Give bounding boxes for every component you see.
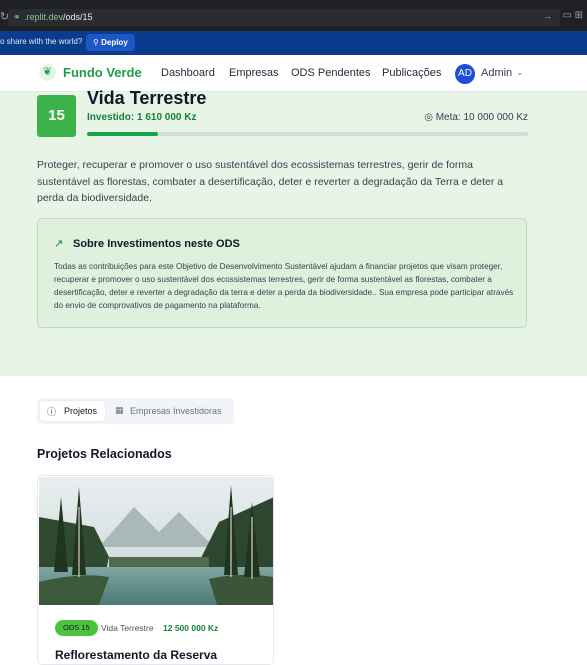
ods-number-badge: 15 bbox=[37, 95, 76, 137]
info-title: Sobre Investimentos neste ODS bbox=[73, 238, 240, 250]
nav-link-dashboard[interactable]: Dashboard bbox=[161, 67, 215, 79]
browser-toolbar: ↻ ⚭ .replit.dev/ods/15 → ▭ ⊞ bbox=[0, 0, 587, 31]
project-card[interactable]: ODS 15 Vida Terrestre 12 500 000 Kz Refl… bbox=[37, 475, 274, 665]
ods-chip: ODS 15 bbox=[55, 620, 98, 636]
investment-info-box: ↗ Sobre Investimentos neste ODS Todas as… bbox=[37, 218, 527, 328]
deploy-button[interactable]: ⚲ Deploy bbox=[86, 34, 135, 51]
nav-link-empresas[interactable]: Empresas bbox=[229, 67, 279, 79]
avatar[interactable]: AD bbox=[455, 64, 475, 84]
building-icon: ▦ bbox=[115, 405, 124, 415]
target-icon: ◎ bbox=[424, 112, 433, 123]
section-title: Projetos Relacionados bbox=[37, 447, 172, 461]
ods-name: Vida Terrestre bbox=[101, 623, 154, 633]
user-menu-label[interactable]: Admin bbox=[481, 67, 512, 79]
page-title: Vida Terrestre bbox=[87, 88, 207, 108]
main-navbar: ❦ Fundo Verde Dashboard Empresas ODS Pen… bbox=[0, 55, 587, 92]
forest-lake-image bbox=[39, 477, 273, 605]
tab-list: ⓘ Projetos ▦ Empresas Investidoras bbox=[37, 398, 234, 424]
brand-name[interactable]: Fundo Verde bbox=[63, 65, 142, 80]
info-text: Todas as contribuições para este Objetiv… bbox=[54, 262, 514, 310]
tab-projetos[interactable]: ⓘ Projetos bbox=[40, 401, 105, 421]
window-icons[interactable]: ▭ ⊞ bbox=[562, 10, 583, 21]
share-prompt: o share with the world? bbox=[0, 37, 83, 46]
address-bar[interactable]: ⚭ .replit.dev/ods/15 → bbox=[8, 9, 560, 26]
url-text: .replit.dev/ods/15 bbox=[24, 12, 93, 22]
replit-bar: o share with the world? ⚲ Deploy bbox=[0, 31, 587, 55]
goal-amount: ◎ Meta: 10 000 000 Kz bbox=[424, 112, 528, 123]
ods-description: Proteger, recuperar e promover o uso sus… bbox=[37, 159, 504, 204]
share-arrow-icon[interactable]: → bbox=[543, 11, 552, 21]
nav-link-publicacoes[interactable]: Publicações bbox=[382, 67, 441, 79]
ods-hero: 15 Vida Terrestre Investido: 1 610 000 K… bbox=[0, 88, 587, 376]
nav-link-ods-pendentes[interactable]: ODS Pendentes bbox=[291, 67, 371, 79]
forest-lake-illustration bbox=[39, 477, 273, 605]
info-circle-icon: ⓘ bbox=[47, 407, 57, 417]
project-title: Reflorestamento da Reserva bbox=[55, 648, 218, 662]
leaf-logo-icon[interactable]: ❦ bbox=[39, 64, 56, 81]
goal-label: Meta: 10 000 000 Kz bbox=[435, 112, 528, 123]
progress-fill bbox=[87, 132, 158, 136]
tab-projetos-label: Projetos bbox=[64, 406, 98, 416]
tab-empresas-label: Empresas Investidoras bbox=[130, 406, 222, 416]
deploy-icon: ⚲ bbox=[93, 38, 99, 47]
investment-progress-bar bbox=[87, 132, 528, 136]
site-info-icon[interactable]: ⚭ bbox=[13, 12, 23, 22]
reload-icon[interactable]: ↻ bbox=[0, 10, 9, 23]
chevron-down-icon[interactable]: ⌄ bbox=[516, 67, 524, 78]
trending-up-icon: ↗ bbox=[54, 238, 64, 250]
project-amount: 12 500 000 Kz bbox=[163, 623, 219, 633]
deploy-label: Deploy bbox=[101, 38, 128, 47]
invested-amount: Investido: 1 610 000 Kz bbox=[87, 112, 197, 123]
